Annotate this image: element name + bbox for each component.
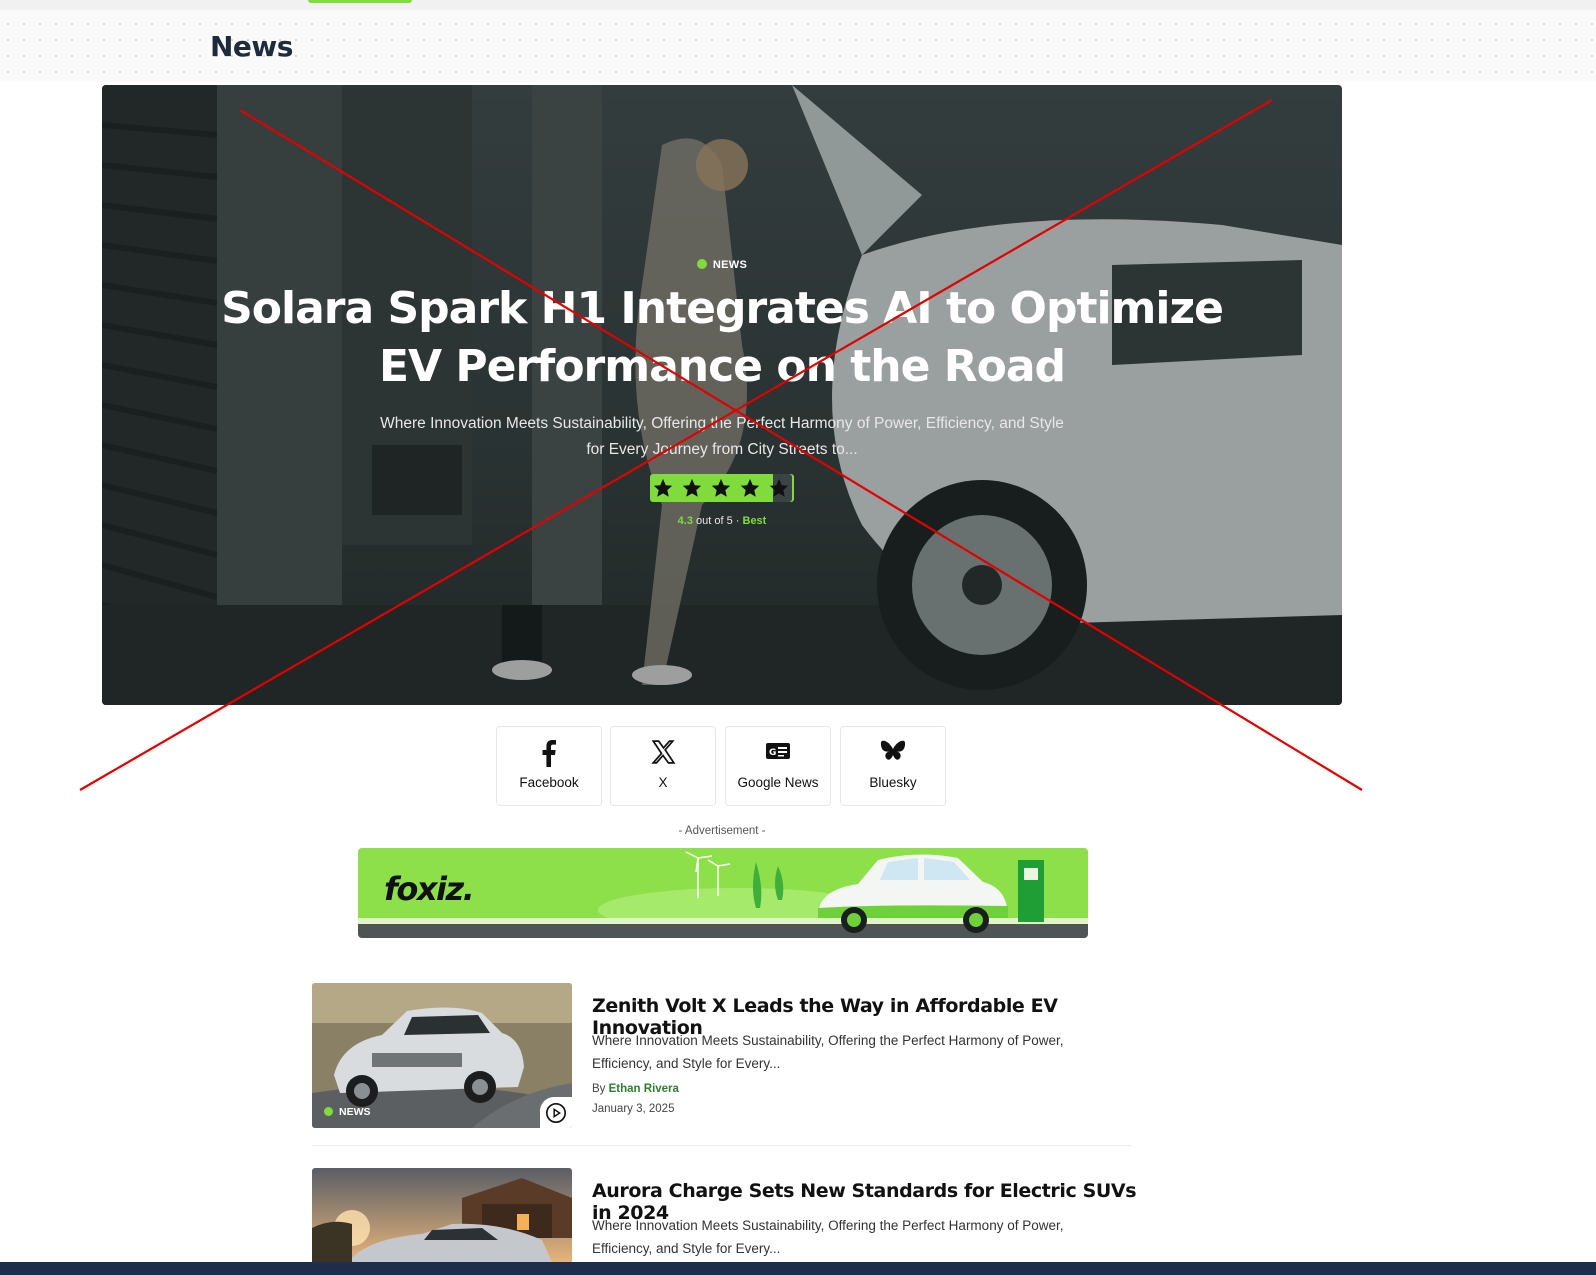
star-icon (736, 474, 763, 502)
top-bar (0, 0, 1596, 10)
category-dot (696, 259, 707, 269)
svg-text:G: G (769, 748, 776, 758)
os-taskbar[interactable] (0, 1262, 1596, 1275)
post-excerpt: Where Innovation Meets Sustainability, O… (592, 1033, 1064, 1071)
rating-value: 4.3 (677, 515, 693, 527)
star-icon (679, 474, 706, 502)
x-icon (611, 739, 715, 767)
category-badge[interactable]: NEWS (102, 259, 1342, 271)
star-icon (708, 474, 735, 502)
post-category[interactable]: NEWS (324, 1106, 371, 1118)
featured-post[interactable]: NEWS Solara Spark H1 Integrates AI to Op… (102, 85, 1342, 705)
star-rating (650, 474, 794, 502)
page-title: News (210, 30, 293, 63)
share-label: Bluesky (869, 775, 917, 790)
star-icon (650, 474, 677, 502)
share-bluesky-button[interactable]: Bluesky (840, 726, 946, 806)
post-byline: By Ethan Rivera (592, 1083, 679, 1095)
featured-title[interactable]: Solara Spark H1 Integrates AI to Optimiz… (212, 280, 1232, 396)
ad-brand-logo: foxiz. (384, 870, 475, 908)
category-label: NEWS (712, 259, 748, 271)
post-thumbnail[interactable]: NEWS (312, 983, 572, 1128)
post-item[interactable]: Aurora Charge Sets New Standards for Ele… (312, 1168, 1137, 1262)
post-item[interactable]: NEWS Zenith Volt X Leads the Way in Affo… (312, 983, 1136, 1133)
featured-excerpt: Where Innovation Meets Sustainability, O… (380, 415, 1064, 458)
share-google-news-button[interactable]: G Google News (725, 726, 831, 806)
divider (312, 1145, 1132, 1146)
rating-text: 4.3 out of 5 · Best (102, 515, 1342, 527)
facebook-icon (497, 739, 601, 767)
advertisement-label: - Advertisement - (678, 825, 766, 837)
active-tab-indicator (308, 0, 412, 3)
share-facebook-button[interactable]: Facebook (496, 726, 602, 806)
author-link[interactable]: Ethan Rivera (609, 1083, 679, 1095)
bluesky-icon (841, 739, 945, 767)
google-news-icon: G (726, 739, 830, 767)
share-label: X (658, 775, 668, 790)
advertisement-banner[interactable]: foxiz. (358, 848, 1088, 938)
share-label: Facebook (519, 775, 579, 790)
post-date: January 3, 2025 (592, 1103, 675, 1115)
rating-label: Best (742, 515, 767, 527)
category-dot (324, 1107, 333, 1116)
rating-suffix: out of 5 · (696, 515, 740, 527)
video-play-icon[interactable] (540, 1097, 572, 1128)
post-excerpt: Where Innovation Meets Sustainability, O… (592, 1218, 1064, 1256)
byline-prefix: By (592, 1083, 606, 1095)
post-category-label: NEWS (339, 1106, 371, 1118)
share-label: Google News (737, 775, 819, 790)
post-thumbnail[interactable] (312, 1168, 572, 1262)
share-x-button[interactable]: X (610, 726, 716, 806)
star-partial-icon (765, 474, 792, 502)
